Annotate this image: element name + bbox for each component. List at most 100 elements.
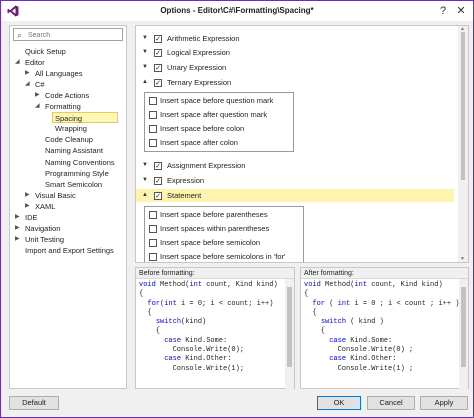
cancel-button[interactable]: Cancel (367, 396, 415, 410)
search-box[interactable]: ⌕ (13, 28, 123, 41)
collapse-caret-icon[interactable]: ▲ (142, 189, 148, 202)
tree-item-unit-testing[interactable]: ▶ Unit Testing (10, 234, 126, 245)
search-input[interactable] (28, 30, 118, 40)
option-assignment-expression[interactable]: ▼ ✓ Assignment Expression (136, 159, 454, 172)
before-formatting-preview: Before formatting: void Method(int count… (135, 267, 295, 389)
ternary-sub-option[interactable]: Insert space after colon (145, 136, 293, 150)
checkbox[interactable] (149, 211, 157, 219)
checkbox[interactable] (149, 125, 157, 133)
expand-arrow-icon[interactable]: ▶ (35, 90, 40, 101)
tree-item-programming-style[interactable]: Programming Style (10, 168, 126, 179)
tree-item-smart-semicolon[interactable]: Smart Semicolon (10, 179, 126, 190)
checkbox[interactable]: ✓ (154, 177, 162, 185)
tree-item-naming-conventions[interactable]: Naming Conventions (10, 157, 126, 168)
tree-item-label: Import and Export Settings (25, 245, 114, 255)
checkbox[interactable] (149, 139, 157, 147)
code-line: for ( int i = 0 ; i < count ; i++ ) (312, 299, 460, 308)
checkbox[interactable]: ✓ (154, 49, 162, 57)
statement-sub-option[interactable]: Insert spaces within parentheses (145, 222, 303, 236)
expand-arrow-icon[interactable]: ▶ (15, 212, 20, 223)
expand-arrow-icon[interactable]: ▶ (25, 68, 30, 79)
expand-arrow-icon[interactable]: ▶ (25, 201, 30, 212)
option-ternary-expression[interactable]: ▲ ✓ Ternary Expression (136, 76, 454, 89)
collapse-arrow-icon[interactable]: ◢ (25, 79, 30, 90)
code-line: { (304, 327, 326, 336)
checkbox[interactable] (149, 253, 157, 261)
checkbox[interactable] (149, 225, 157, 233)
ternary-sub-option[interactable]: Insert space after question mark (145, 108, 293, 122)
tree-item-label: IDE (25, 212, 38, 222)
expand-caret-icon[interactable]: ▼ (142, 159, 148, 172)
scrollbar-thumb[interactable] (287, 287, 292, 367)
tree-item-all-languages[interactable]: ▶ All Languages (10, 68, 126, 79)
checkbox[interactable]: ✓ (154, 192, 162, 200)
checkbox[interactable]: ✓ (154, 35, 162, 43)
ternary-sub-option[interactable]: Insert space before colon (145, 122, 293, 136)
option-label: Arithmetic Expression (167, 34, 240, 43)
code-line: { (139, 290, 144, 299)
search-icon: ⌕ (17, 30, 23, 40)
code-line: for(int i = 0; i < count; i++) (147, 299, 274, 308)
tree-item-ide[interactable]: ▶ IDE (10, 212, 126, 223)
tree-item-editor[interactable]: ◢ Editor (10, 57, 126, 68)
expand-arrow-icon[interactable]: ▶ (15, 234, 20, 245)
close-button[interactable]: ✕ (453, 3, 469, 19)
tree-item-naming-assistant[interactable]: Naming Assistant (10, 145, 126, 156)
preview-scrollbar[interactable] (285, 279, 294, 389)
collapse-caret-icon[interactable]: ▲ (142, 76, 148, 89)
collapse-arrow-icon[interactable]: ◢ (35, 101, 40, 112)
code-line: { (139, 308, 152, 317)
expand-caret-icon[interactable]: ▼ (142, 46, 148, 59)
checkbox[interactable] (149, 111, 157, 119)
statement-sub-option[interactable]: Insert space before parentheses (145, 208, 303, 222)
code-line: void Method(int count, Kind kind) (139, 281, 278, 289)
tree-item-code-cleanup[interactable]: Code Cleanup (10, 134, 126, 145)
tree-item-label: Smart Semicolon (45, 179, 103, 189)
expand-caret-icon[interactable]: ▼ (142, 174, 148, 187)
default-button[interactable]: Default (9, 396, 59, 410)
option-expression[interactable]: ▼ ✓ Expression (136, 174, 454, 187)
ternary-sub-options: Insert space before question mark Insert… (144, 92, 294, 152)
checkbox[interactable] (149, 239, 157, 247)
option-label: Insert space before semicolons in 'for' … (160, 252, 286, 261)
code-line: switch ( kind ) (320, 318, 384, 327)
statement-sub-option[interactable]: Insert space before semicolon (145, 236, 303, 250)
tree-item-code-actions[interactable]: ▶ Code Actions (10, 90, 126, 101)
preview-scrollbar[interactable] (459, 279, 468, 389)
scrollbar-thumb[interactable] (461, 32, 465, 180)
scroll-down-icon[interactable]: ▼ (460, 256, 465, 262)
scrollbar-thumb[interactable] (461, 287, 466, 367)
expand-arrow-icon[interactable]: ▶ (15, 223, 20, 234)
ok-button[interactable]: OK (317, 396, 361, 410)
options-scrollbar[interactable]: ▲ ▼ (458, 26, 468, 262)
collapse-arrow-icon[interactable]: ◢ (15, 57, 20, 68)
tree-item-c[interactable]: ◢ C# (10, 79, 126, 90)
expand-caret-icon[interactable]: ▼ (142, 61, 148, 74)
ternary-sub-option[interactable]: Insert space before question mark (145, 94, 293, 108)
help-button[interactable]: ? (435, 3, 451, 19)
preview-label: After formatting: (301, 268, 468, 279)
tree-item-wrapping[interactable]: Wrapping (10, 123, 126, 134)
checkbox[interactable]: ✓ (154, 79, 162, 87)
checkbox[interactable]: ✓ (154, 162, 162, 170)
apply-button[interactable]: Apply (420, 396, 468, 410)
option-logical-expression[interactable]: ▼ ✓ Logical Expression (136, 46, 454, 59)
tree-item-formatting[interactable]: ◢ Formatting (10, 101, 126, 112)
tree-item-spacing[interactable]: Spacing (52, 112, 118, 124)
option-unary-expression[interactable]: ▼ ✓ Unary Expression (136, 61, 454, 74)
option-statement[interactable]: ▲ ✓ Statement (136, 189, 454, 202)
option-label: Expression (167, 176, 205, 185)
tree-item-label: Quick Setup (25, 47, 66, 56)
expand-arrow-icon[interactable]: ▶ (25, 190, 30, 201)
option-arithmetic-expression[interactable]: ▼ ✓ Arithmetic Expression (136, 32, 454, 45)
tree-item-quick-setup[interactable]: Quick Setup (10, 46, 126, 57)
statement-sub-option[interactable]: Insert space before semicolons in 'for' … (145, 250, 303, 262)
tree-item-import-and-export-settings[interactable]: Import and Export Settings (10, 245, 126, 256)
tree-item-xaml[interactable]: ▶ XAML (10, 201, 126, 212)
option-label: Insert space before question mark (160, 96, 274, 105)
checkbox[interactable] (149, 97, 157, 105)
tree-item-navigation[interactable]: ▶ Navigation (10, 223, 126, 234)
checkbox[interactable]: ✓ (154, 64, 162, 72)
expand-caret-icon[interactable]: ▼ (142, 32, 148, 45)
tree-item-visual-basic[interactable]: ▶ Visual Basic (10, 190, 126, 201)
